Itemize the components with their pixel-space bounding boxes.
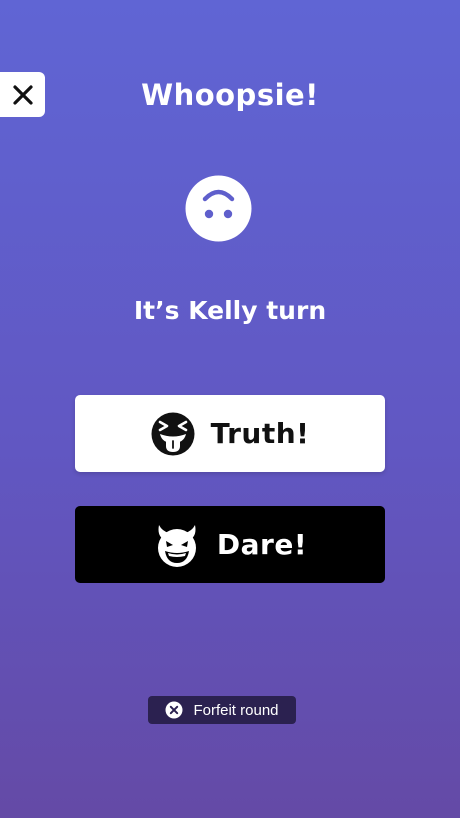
squinting-tongue-face-icon: [151, 412, 195, 455]
truth-button[interactable]: Truth!: [75, 395, 385, 472]
forfeit-round-label: Forfeit round: [193, 701, 279, 719]
x-circle-icon: [165, 701, 183, 719]
truth-button-label: Truth!: [210, 417, 310, 450]
page-title: Whoopsie!: [141, 78, 319, 112]
smiling-devil-face-icon: [157, 524, 196, 567]
forfeit-round-button[interactable]: Forfeit round: [148, 696, 296, 724]
dare-button[interactable]: Dare!: [75, 506, 385, 583]
dare-button-label: Dare!: [216, 528, 308, 561]
upside-down-face-icon: [185, 175, 252, 242]
turn-indicator: It’s Kelly turn: [133, 296, 327, 325]
